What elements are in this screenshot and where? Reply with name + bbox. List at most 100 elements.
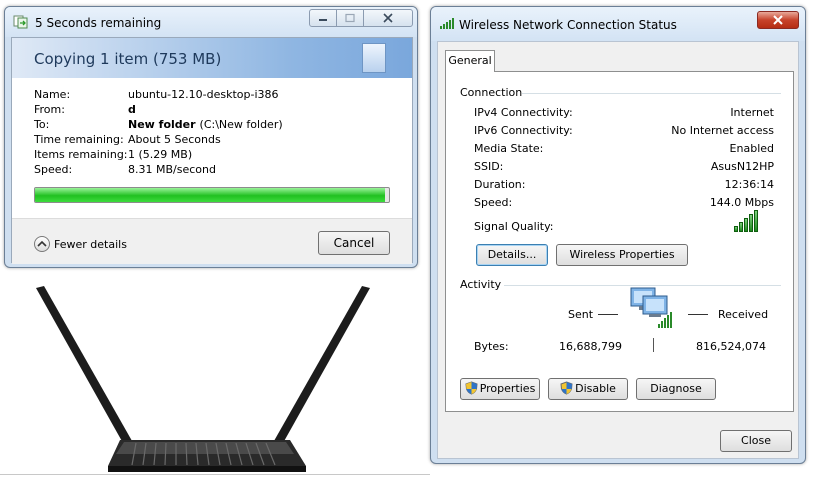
connection-row: IPv4 Connectivity: Internet [474, 106, 774, 119]
connection-value: Internet [730, 106, 774, 119]
detail-row: From: d [34, 102, 283, 117]
maximize-icon [345, 13, 355, 23]
chevron-up-icon [34, 236, 50, 252]
connection-row: Duration: 12:36:14 [474, 178, 774, 191]
detail-value: 8.31 MB/second [128, 163, 216, 176]
antenna-left [36, 286, 136, 452]
sent-line [598, 314, 618, 315]
connection-key: Speed: [474, 196, 513, 209]
copy-dialog: 5 Seconds remaining Copying 1 item (753 … [4, 6, 418, 268]
fewer-details-label: Fewer details [54, 237, 127, 251]
detail-row: Time remaining: About 5 Seconds [34, 132, 283, 147]
connection-row: Media State: Enabled [474, 142, 774, 155]
sent-label: Sent [568, 308, 594, 321]
detail-row: Items remaining: 1 (5.29 MB) [34, 147, 283, 162]
antenna-right [270, 286, 370, 452]
connection-group-divider [522, 93, 781, 94]
detail-value[interactable]: d [128, 102, 136, 117]
connection-key: IPv4 Connectivity: [474, 106, 573, 119]
disable-button[interactable]: Disable [548, 378, 628, 400]
detail-row: Name: ubuntu-12.10-desktop-i386 [34, 87, 283, 102]
cancel-button[interactable]: Cancel [318, 231, 390, 255]
connection-value: No Internet access [671, 124, 774, 137]
status-dialog-title: Wireless Network Connection Status [459, 18, 677, 32]
status-dialog-titlebar[interactable]: Wireless Network Connection Status [431, 7, 805, 41]
connection-value: AsusN12HP [710, 160, 774, 173]
detail-extra: (C:\New folder) [199, 118, 283, 131]
copy-progress-bar [34, 187, 390, 203]
minimize-icon [319, 19, 327, 21]
signal-quality-label: Signal Quality: [474, 220, 554, 233]
connection-key: IPv6 Connectivity: [474, 124, 573, 137]
wireless-properties-button[interactable]: Wireless Properties [556, 244, 688, 266]
connection-key: Duration: [474, 178, 526, 191]
bytes-label: Bytes: [474, 340, 509, 353]
bytes-received-value: 816,524,074 [696, 340, 766, 353]
copy-footer: Fewer details Cancel [12, 218, 412, 264]
signal-strength-icon [440, 18, 454, 29]
connection-row: SSID: AsusN12HP [474, 160, 774, 173]
close-button[interactable] [363, 9, 413, 27]
signal-bar [749, 214, 753, 232]
general-tab-panel: Connection IPv4 Connectivity: Internet I… [445, 71, 794, 412]
detail-label: Time remaining: [34, 133, 124, 146]
close-dialog-button[interactable]: Close [720, 430, 792, 452]
signal-bar [739, 222, 743, 232]
minimize-button[interactable] [309, 9, 337, 27]
detail-row: Speed: 8.31 MB/second [34, 162, 283, 177]
received-label: Received [718, 308, 769, 321]
detail-label: Speed: [34, 163, 73, 176]
copy-dialog-titlebar[interactable]: 5 Seconds remaining [5, 7, 417, 37]
detail-value[interactable]: New folder [128, 117, 196, 132]
properties-button[interactable]: Properties [460, 378, 540, 400]
close-icon [383, 13, 393, 23]
connection-key: SSID: [474, 160, 504, 173]
uac-shield-icon [560, 381, 573, 395]
close-icon [773, 15, 783, 25]
diagnose-button[interactable]: Diagnose [636, 378, 716, 400]
bytes-sent-value: 16,688,799 [559, 340, 622, 353]
detail-row: To: New folder (C:\New folder) [34, 117, 283, 132]
status-dialog-client: General Connection IPv4 Connectivity: In… [437, 41, 799, 459]
detail-label: From: [34, 103, 65, 116]
properties-label: Properties [479, 382, 536, 395]
copy-header-title: Copying 1 item (753 MB) [34, 50, 222, 68]
connection-row: IPv6 Connectivity: No Internet access [474, 124, 774, 137]
connection-value: 144.0 Mbps [709, 196, 774, 209]
received-line [688, 314, 708, 315]
network-computers-icon [630, 287, 672, 328]
wireless-status-dialog: Wireless Network Connection Status Gener… [430, 6, 806, 464]
connection-group-label: Connection [460, 86, 523, 99]
status-close-button[interactable] [757, 11, 799, 29]
copy-files-icon [13, 15, 28, 29]
tab-general[interactable]: General [445, 50, 495, 72]
connection-value: Enabled [729, 142, 774, 155]
document-icon [362, 43, 386, 73]
activity-group-label: Activity [460, 278, 502, 291]
signal-quality-bars [734, 210, 758, 232]
copy-dialog-body: Copying 1 item (753 MB) Name: ubuntu-12.… [11, 37, 413, 264]
copy-details: Name: ubuntu-12.10-desktop-i386 From: d … [34, 87, 283, 177]
signal-bar [744, 218, 748, 232]
router-body [108, 440, 306, 472]
details-button[interactable]: Details... [476, 244, 548, 266]
disable-label: Disable [575, 382, 616, 395]
detail-value: About 5 Seconds [128, 133, 221, 146]
detail-label: To: [34, 118, 50, 131]
fewer-details-toggle[interactable]: Fewer details [34, 236, 127, 252]
progress-fill [35, 188, 386, 202]
detail-value: ubuntu-12.10-desktop-i386 [128, 88, 279, 101]
signal-bar [734, 226, 738, 232]
router-image [36, 286, 370, 472]
maximize-button[interactable] [336, 9, 364, 27]
signal-bar [754, 210, 758, 232]
bytes-divider [653, 338, 654, 352]
detail-value: 1 (5.29 MB) [128, 148, 193, 161]
uac-shield-icon [465, 381, 478, 395]
page-baseline [0, 474, 430, 475]
copy-header-band: Copying 1 item (753 MB) [12, 38, 412, 78]
connection-row: Speed: 144.0 Mbps [474, 196, 774, 209]
detail-label: Items remaining: [34, 148, 128, 161]
connection-value: 12:36:14 [724, 178, 774, 191]
detail-label: Name: [34, 88, 71, 101]
